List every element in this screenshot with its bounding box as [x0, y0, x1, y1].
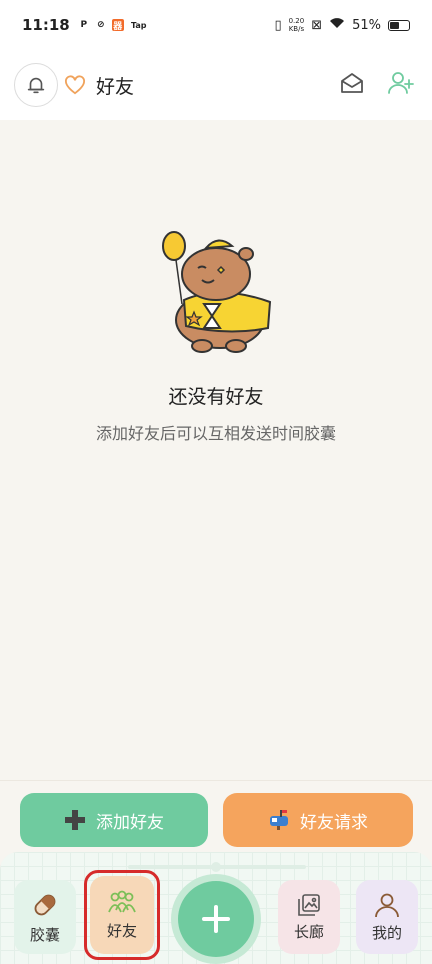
- nav-label-gallery: 长廊: [293, 922, 324, 941]
- heart-icon: [64, 75, 86, 95]
- add-friend-action-button[interactable]: 添加好友: [20, 793, 208, 847]
- status-notification-icons: P ⊘ 器 Tap: [78, 19, 149, 32]
- nav-item-profile[interactable]: 我的: [356, 880, 418, 954]
- add-friend-label: 添加好友: [96, 812, 164, 833]
- network-speed-unit: KB/s: [288, 25, 305, 33]
- capybara-mascot-illustration: [162, 231, 272, 353]
- header: 好友: [0, 50, 432, 120]
- friend-requests-label: 好友请求: [300, 812, 368, 833]
- nav-label-profile: 我的: [371, 923, 402, 942]
- nav-item-friends[interactable]: 好友: [90, 876, 154, 954]
- battery-percent: 51%: [352, 17, 381, 33]
- nav-item-capsule[interactable]: 胶囊: [14, 880, 76, 954]
- friend-requests-button[interactable]: 好友请求: [223, 793, 413, 847]
- link-app-icon: ⊘: [96, 20, 105, 30]
- header-actions: [340, 71, 418, 99]
- bell-icon: [27, 77, 45, 94]
- capsule-icon: [34, 894, 56, 915]
- page-title: 好友: [96, 75, 135, 98]
- notification-button[interactable]: [14, 63, 58, 107]
- action-bar: 添加好友 好友请求: [0, 780, 432, 850]
- battery-icon: [388, 19, 410, 31]
- nav-decor-dot: [211, 862, 221, 872]
- nav-label-capsule: 胶囊: [29, 925, 60, 944]
- plus-icon: [202, 905, 230, 933]
- vibrate-icon: ▯: [274, 17, 282, 33]
- mailbox-icon: [268, 809, 290, 831]
- plus-icon: [64, 809, 86, 831]
- create-capsule-button[interactable]: [178, 881, 254, 957]
- gallery-icon: [298, 893, 320, 916]
- empty-state-title: 还没有好友: [168, 386, 264, 408]
- tap-app-icon: Tap: [130, 20, 147, 30]
- add-user-icon: [388, 72, 414, 94]
- network-speed: 0.20 KB/s: [289, 17, 305, 33]
- status-time: 11:18: [22, 16, 70, 34]
- p-app-icon: P: [80, 20, 88, 30]
- nav-label-friends: 好友: [106, 921, 137, 940]
- status-bar: 11:18 P ⊘ 器 Tap ▯ 0.20 KB/s ⊠ 51%: [0, 0, 432, 50]
- add-friend-button[interactable]: [388, 71, 414, 99]
- empty-state: 还没有好友 添加好友后可以互相发送时间胶囊: [0, 120, 432, 780]
- user-icon: [375, 893, 399, 917]
- wifi-icon: [329, 17, 345, 33]
- empty-state-subtitle: 添加好友后可以互相发送时间胶囊: [95, 424, 336, 443]
- envelope-icon: [341, 73, 363, 93]
- friends-icon: [108, 890, 136, 912]
- status-right: ▯ 0.20 KB/s ⊠ 51%: [274, 17, 410, 33]
- bottom-navigation: 胶囊 好友 长廊 我的: [0, 852, 432, 964]
- sim-icon: ⊠: [311, 17, 323, 33]
- app-badge-icon: 器: [111, 19, 124, 32]
- mail-button[interactable]: [340, 72, 364, 98]
- network-speed-value: 0.20: [288, 17, 305, 25]
- nav-item-gallery[interactable]: 长廊: [278, 880, 340, 954]
